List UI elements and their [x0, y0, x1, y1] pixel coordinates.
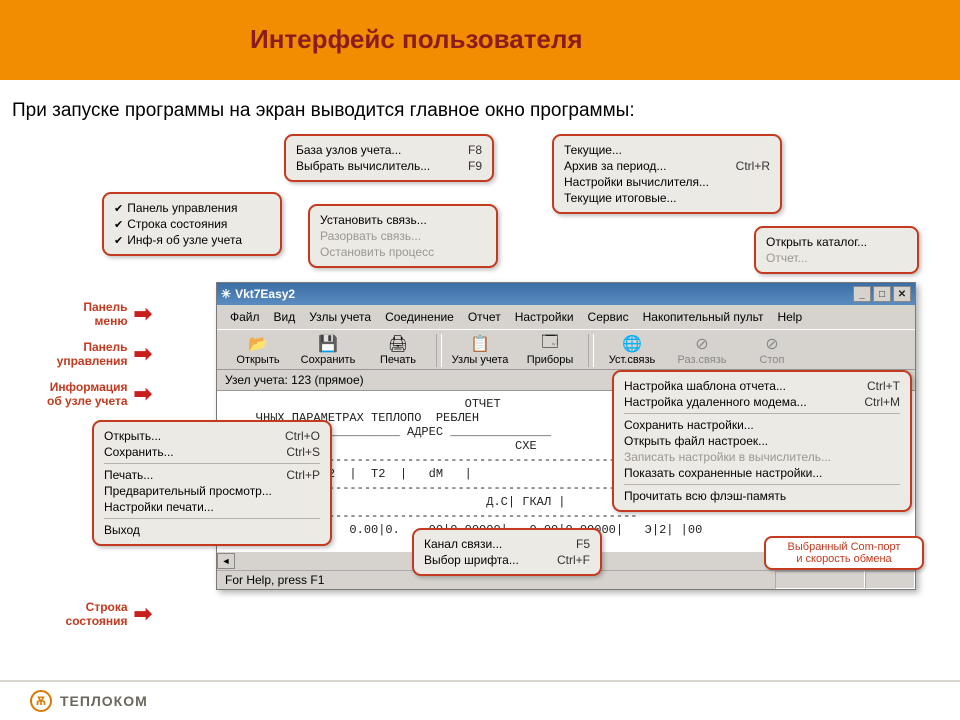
toolbar-button[interactable]: 💾Сохранить: [293, 332, 363, 369]
menu-row[interactable]: Текущие итоговые...: [564, 190, 770, 206]
titlebar[interactable]: ✳ Vkt7Easy2 _ □ ✕: [217, 283, 915, 305]
menu-item[interactable]: Файл: [223, 308, 267, 326]
maximize-button[interactable]: □: [873, 286, 891, 302]
menu-row[interactable]: Открыть каталог...: [766, 234, 907, 250]
menu-row[interactable]: Настройка шаблона отчета...Ctrl+T: [624, 378, 900, 394]
status-empty: [775, 571, 865, 589]
label-status: Строка состояния➡: [12, 600, 152, 628]
toolbar-icon: 🌐: [597, 334, 667, 354]
menu-row[interactable]: Показать сохраненные настройки...: [624, 465, 900, 481]
toolbar-button[interactable]: 📋Узлы учета: [445, 332, 515, 369]
label-toolbar: Панель управления➡: [12, 340, 152, 368]
toolbar-icon: 🗔: [515, 334, 585, 354]
menu-item[interactable]: Вид: [267, 308, 303, 326]
menu-pult[interactable]: Открыть каталог...Отчет...: [754, 226, 919, 274]
menu-row[interactable]: Установить связь...: [320, 212, 486, 228]
menu-row[interactable]: Предварительный просмотр...: [104, 483, 320, 499]
menu-file[interactable]: Открыть...Ctrl+OСохранить...Ctrl+S Печать…: [92, 420, 332, 546]
toolbar-icon: 🖨: [363, 334, 433, 354]
close-button[interactable]: ✕: [893, 286, 911, 302]
menu-row[interactable]: Печать...Ctrl+P: [104, 467, 320, 483]
arrow-icon: ➡: [134, 603, 152, 625]
arrow-icon: ➡: [134, 343, 152, 365]
page-header: Интерфейс пользователя: [0, 0, 960, 80]
menu-row[interactable]: Открыть...Ctrl+O: [104, 428, 320, 444]
menu-item[interactable]: Настройки: [508, 308, 581, 326]
footer-brand: ТЕПЛОКОМ: [60, 693, 148, 709]
logo-icon: Ѫ: [30, 690, 52, 712]
menu-row: Остановить процесс: [320, 244, 486, 260]
app-icon: ✳: [221, 287, 231, 301]
menu-otchet[interactable]: Текущие...Архив за период...Ctrl+RНастро…: [552, 134, 782, 214]
toolbar-icon: ⊘: [737, 334, 807, 354]
intro-text: При запуске программы на экран выводится…: [0, 80, 960, 130]
label-menu: Панель меню➡: [12, 300, 152, 328]
menu-row[interactable]: Текущие...: [564, 142, 770, 158]
menu-row[interactable]: Настройки печати...: [104, 499, 320, 515]
toolbar-button: ⊘Раз.связь: [667, 332, 737, 369]
footer: Ѫ ТЕПЛОКОМ: [0, 680, 960, 720]
menu-row[interactable]: Сохранить...Ctrl+S: [104, 444, 320, 460]
menu-row[interactable]: Строка состояния: [114, 216, 270, 232]
menu-row[interactable]: Сохранить настройки...: [624, 417, 900, 433]
menu-row[interactable]: Открыть файл настроек...: [624, 433, 900, 449]
menu-row[interactable]: Настройки вычислителя...: [564, 174, 770, 190]
toolbar-button[interactable]: 🗔Приборы: [515, 332, 585, 369]
menu-row[interactable]: Настройка удаленного модема...Ctrl+M: [624, 394, 900, 410]
menu-vid[interactable]: Панель управленияСтрока состоянияИнф-я о…: [102, 192, 282, 256]
arrow-icon: ➡: [134, 303, 152, 325]
menu-row: Записать настройки в вычислитель...: [624, 449, 900, 465]
page-title: Интерфейс пользователя: [250, 24, 960, 55]
toolbar-button[interactable]: 🌐Уст.связь: [597, 332, 667, 369]
menu-item[interactable]: Сервис: [581, 308, 636, 326]
menu-row[interactable]: Панель управления: [114, 200, 270, 216]
minimize-button[interactable]: _: [853, 286, 871, 302]
window-title: Vkt7Easy2: [235, 287, 295, 301]
toolbar: 📂Открыть💾Сохранить🖨Печать 📋Узлы учета🗔При…: [217, 330, 915, 370]
menu-item[interactable]: Соединение: [378, 308, 461, 326]
toolbar-button[interactable]: 🖨Печать: [363, 332, 433, 369]
menu-servis[interactable]: Канал связи...F5Выбор шрифта...Ctrl+F: [412, 528, 602, 576]
menu-row[interactable]: Выбор шрифта...Ctrl+F: [424, 552, 590, 568]
toolbar-icon: 📋: [445, 334, 515, 354]
menu-soed[interactable]: Установить связь...Разорвать связь...Ост…: [308, 204, 498, 268]
toolbar-icon: ⊘: [667, 334, 737, 354]
menu-row[interactable]: Выбрать вычислитель...F9: [296, 158, 482, 174]
toolbar-button[interactable]: 📂Открыть: [223, 332, 293, 369]
info-node: Узел учета: 123 (прямое): [225, 373, 364, 387]
menu-item[interactable]: Отчет: [461, 308, 508, 326]
menu-row: Отчет...: [766, 250, 907, 266]
menu-uzly[interactable]: База узлов учета...F8Выбрать вычислитель…: [284, 134, 494, 182]
menu-row: Разорвать связь...: [320, 228, 486, 244]
menu-item[interactable]: Узлы учета: [302, 308, 378, 326]
menu-row[interactable]: Выход: [104, 522, 320, 538]
menu-row[interactable]: База узлов учета...F8: [296, 142, 482, 158]
status-empty2: [865, 571, 915, 589]
label-comport: Выбранный Com-порт и скорость обмена: [764, 536, 924, 570]
menu-row[interactable]: Прочитать всю флэш-память: [624, 488, 900, 504]
toolbar-icon: 💾: [293, 334, 363, 354]
menu-row[interactable]: Канал связи...F5: [424, 536, 590, 552]
menu-item[interactable]: Help: [770, 308, 809, 326]
menubar: ФайлВидУзлы учетаСоединениеОтчетНастройк…: [217, 305, 915, 330]
menu-row[interactable]: Архив за период...Ctrl+R: [564, 158, 770, 174]
scroll-left-button[interactable]: ◄: [217, 553, 235, 569]
menu-item[interactable]: Накопительный пульт: [636, 308, 771, 326]
arrow-icon: ➡: [134, 383, 152, 405]
toolbar-button: ⊘Стоп: [737, 332, 807, 369]
toolbar-icon: 📂: [223, 334, 293, 354]
label-info: Информация об узле учета➡: [12, 380, 152, 408]
diagram-canvas: Панель меню➡ Панель управления➡ Информац…: [12, 130, 948, 660]
menu-nastr[interactable]: Настройка шаблона отчета...Ctrl+TНастрой…: [612, 370, 912, 512]
menu-row[interactable]: Инф-я об узле учета: [114, 232, 270, 248]
